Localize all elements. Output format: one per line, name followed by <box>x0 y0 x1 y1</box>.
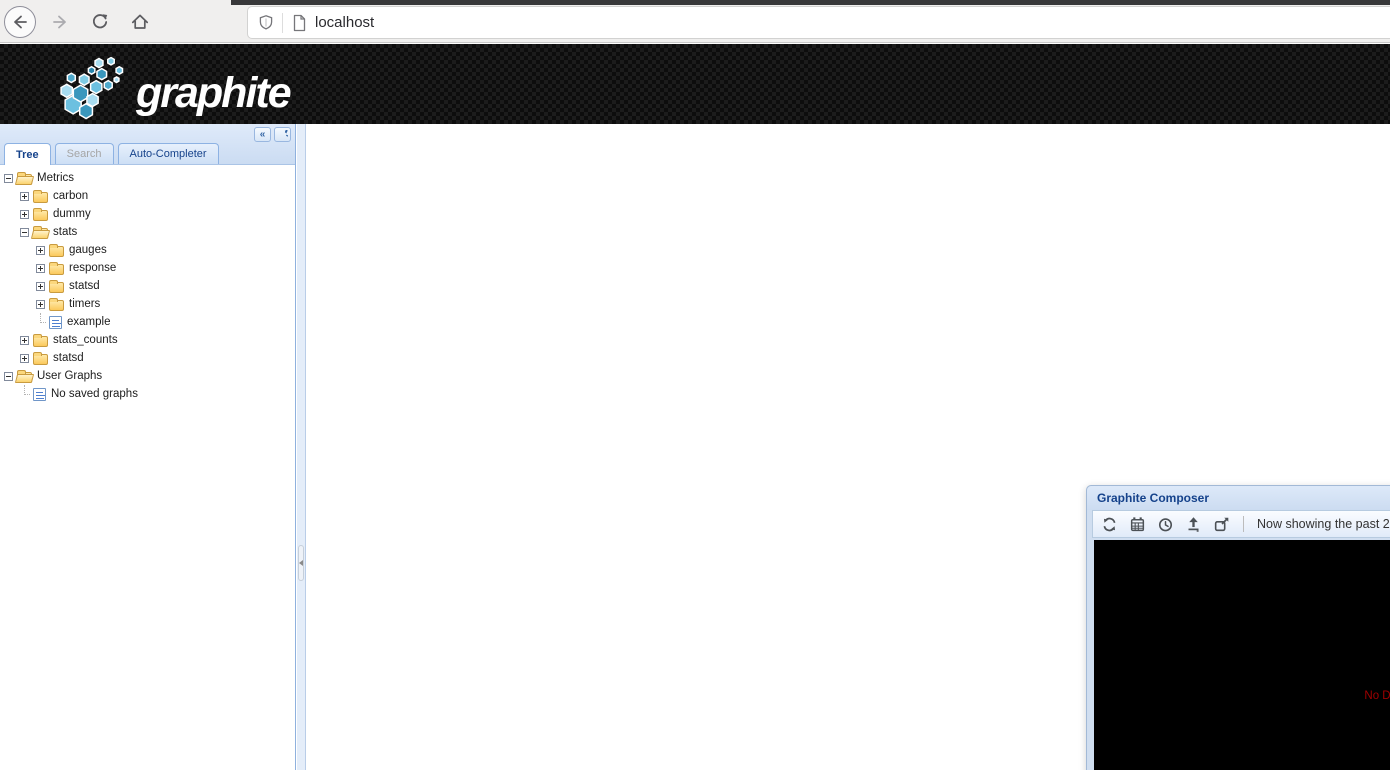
refresh-icon[interactable] <box>274 127 291 142</box>
folder-open-icon <box>33 228 48 239</box>
expand-plus-icon[interactable] <box>36 246 45 255</box>
folder-icon <box>33 192 48 203</box>
tree-node-example[interactable]: example <box>0 313 295 331</box>
folder-icon <box>49 246 64 257</box>
no-data-label: No Data <box>1094 690 1390 702</box>
tree-node-label: timers <box>69 298 100 310</box>
splitter-collapse-handle[interactable] <box>298 545 304 581</box>
tree-node-label: No saved graphs <box>51 388 138 400</box>
tree-node-no-saved-graphs[interactable]: No saved graphs <box>0 385 295 403</box>
folder-icon <box>49 282 64 293</box>
expand-plus-icon[interactable] <box>36 264 45 273</box>
tree-node-statsd[interactable]: statsd <box>0 277 295 295</box>
main-canvas: Graphite Composer <box>307 124 1390 770</box>
urlbar-divider <box>282 13 283 33</box>
back-icon <box>10 12 30 32</box>
home-icon <box>130 12 150 32</box>
collapse-left-icon[interactable]: « <box>254 127 271 142</box>
graph-display[interactable]: No Data <box>1094 540 1390 770</box>
tabstrip-remnant <box>231 0 1390 5</box>
graph-icon <box>33 388 46 401</box>
tree-node-stats[interactable]: stats <box>0 223 295 241</box>
tree-node-carbon[interactable]: carbon <box>0 187 295 205</box>
browser-toolbar: localhost <box>0 0 1390 43</box>
sidebar-panel: « Tree Search Auto-Completer Metrics car… <box>0 124 296 770</box>
folder-icon <box>49 264 64 275</box>
calendar-icon[interactable] <box>1129 516 1146 533</box>
tree-node-statsd[interactable]: statsd <box>0 349 295 367</box>
tree-node-label: statsd <box>69 280 100 292</box>
expand-plus-icon[interactable] <box>20 336 29 345</box>
graphite-logo: graphite <box>56 52 290 124</box>
folder-icon <box>33 336 48 347</box>
tree-node-label: stats <box>53 226 77 238</box>
refresh-graph-icon[interactable] <box>1101 516 1118 533</box>
folder-icon <box>49 300 64 311</box>
tab-tree[interactable]: Tree <box>4 143 51 165</box>
screen: localhost graphite « Tree Search Auto-Co… <box>0 0 1390 770</box>
folder-icon <box>33 210 48 221</box>
collapse-minus-icon[interactable] <box>20 228 29 237</box>
tree-node-label: stats_counts <box>53 334 118 346</box>
sidebar-tabs: Tree Search Auto-Completer <box>4 142 219 164</box>
home-button[interactable] <box>124 6 156 38</box>
tree-node-metrics[interactable]: Metrics <box>0 169 295 187</box>
tree-node-label: example <box>67 316 110 328</box>
tree-node-label: User Graphs <box>37 370 102 382</box>
sidebar-header: « Tree Search Auto-Completer <box>0 124 295 165</box>
back-button[interactable] <box>4 6 36 38</box>
url-bar[interactable]: localhost <box>248 7 1390 38</box>
toolbar-separator <box>1243 516 1244 532</box>
tree-node-response[interactable]: response <box>0 259 295 277</box>
graph-icon <box>49 316 62 329</box>
expand-plus-icon[interactable] <box>36 300 45 309</box>
reload-icon <box>90 12 110 32</box>
reload-button[interactable] <box>84 6 116 38</box>
tree-node-dummy[interactable]: dummy <box>0 205 295 223</box>
forward-icon <box>50 12 70 32</box>
expand-plus-icon[interactable] <box>20 192 29 201</box>
sidebar-splitter[interactable] <box>297 124 306 770</box>
time-range-status: Now showing the past 24 hours <box>1257 517 1390 531</box>
page-icon[interactable] <box>291 14 307 32</box>
url-text[interactable]: localhost <box>315 14 374 31</box>
expand-plus-icon[interactable] <box>36 282 45 291</box>
tab-search[interactable]: Search <box>55 143 114 164</box>
folder-open-icon <box>17 372 32 383</box>
tab-auto-completer[interactable]: Auto-Completer <box>118 143 219 164</box>
tree-node-label: Metrics <box>37 172 74 184</box>
folder-open-icon <box>17 174 32 185</box>
composer-title: Graphite Composer <box>1097 491 1390 505</box>
collapse-minus-icon[interactable] <box>4 174 13 183</box>
forward-button[interactable] <box>44 6 76 38</box>
graphite-logo-text: graphite <box>136 69 290 118</box>
tree-node-gauges[interactable]: gauges <box>0 241 295 259</box>
graphite-logo-hexagons-icon <box>56 52 142 124</box>
expand-plus-icon[interactable] <box>20 354 29 363</box>
save-upload-icon[interactable] <box>1185 516 1202 533</box>
tree-node-label: gauges <box>69 244 107 256</box>
recent-time-icon[interactable] <box>1157 516 1174 533</box>
tree-node-user-graphs[interactable]: User Graphs <box>0 367 295 385</box>
shield-icon[interactable] <box>258 14 274 31</box>
graphite-header: graphite <box>0 44 1390 124</box>
folder-icon <box>33 354 48 365</box>
tree-elbow <box>20 385 29 403</box>
tree-node-label: dummy <box>53 208 91 220</box>
collapse-arrow-icon <box>299 560 303 566</box>
collapse-minus-icon[interactable] <box>4 372 13 381</box>
tree-node-label: response <box>69 262 116 274</box>
graphite-composer-window: Graphite Composer <box>1086 485 1390 770</box>
export-icon[interactable] <box>1213 516 1230 533</box>
metrics-tree: Metrics carbon dummy stats gauges respon… <box>0 165 295 403</box>
composer-titlebar[interactable]: Graphite Composer <box>1087 486 1390 510</box>
tree-node-label: statsd <box>53 352 84 364</box>
expand-plus-icon[interactable] <box>20 210 29 219</box>
tree-elbow <box>36 313 45 331</box>
tree-node-label: carbon <box>53 190 88 202</box>
tree-node-timers[interactable]: timers <box>0 295 295 313</box>
tree-node-stats-counts[interactable]: stats_counts <box>0 331 295 349</box>
composer-toolbar: Now showing the past 24 hours <box>1092 510 1390 538</box>
